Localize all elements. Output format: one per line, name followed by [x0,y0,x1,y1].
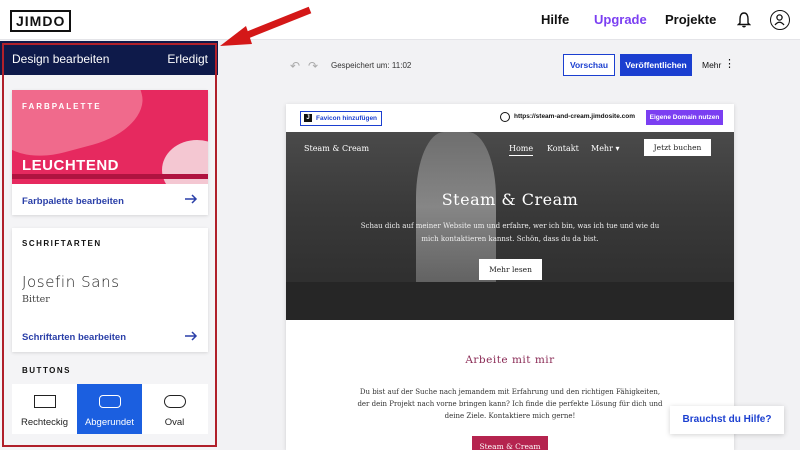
oval-shape-icon [164,395,186,408]
nav-projects[interactable]: Projekte [665,12,716,27]
add-favicon-button[interactable]: J Favicon hinzufügen [300,111,383,126]
buttons-section-label: BUTTONS [22,366,72,375]
nav-help[interactable]: Hilfe [541,12,569,27]
preview-bar: J Favicon hinzufügen https://steam-and-cr… [286,104,734,132]
undo-icon[interactable]: ↶ [290,59,300,73]
section-title: Arbeite mit mir [465,354,555,366]
saved-status: Gespeichert um: 11:02 [331,61,412,70]
site-nav-contact[interactable]: Kontakt [547,144,579,153]
palette-preview: FARBPALETTE LEUCHTEND [12,90,208,184]
redo-icon[interactable]: ↷ [308,59,318,73]
globe-icon [500,112,510,122]
book-now-button[interactable]: Jetzt buchen [644,139,711,156]
website-preview: J Favicon hinzufügen https://steam-and-cr… [286,104,734,450]
own-domain-button[interactable]: Eigene Domain nutzen [646,110,723,125]
edit-palette-link[interactable]: Farbpalette bearbeiten [22,196,124,207]
sidebar-title: Design bearbeiten [12,52,110,66]
button-style-options: Rechteckig Abgerundet Oval [12,384,208,434]
site-nav-home[interactable]: Home [509,144,534,156]
help-button[interactable]: Brauchst du Hilfe? [670,406,784,434]
done-button[interactable]: Erledigt [167,52,208,66]
more-dots-icon[interactable]: ⋮ [724,57,735,70]
hero-title: Steam & Cream [441,190,579,209]
font-secondary: Bitter [22,294,50,305]
top-bar: JIMDO Hilfe Upgrade Projekte [0,0,800,40]
button-style-oval[interactable]: Oval [142,384,207,434]
design-sidebar: Design bearbeiten Erledigt FARBPALETTE L… [0,41,218,450]
cta-button[interactable]: Steam & Cream [472,436,548,450]
user-icon[interactable] [770,10,790,30]
palette-name: LEUCHTEND [22,157,119,174]
palette-card[interactable]: FARBPALETTE LEUCHTEND Farbpalette bearbe… [12,90,208,215]
bell-icon[interactable] [737,12,751,28]
arrow-right-icon[interactable] [184,194,198,204]
nav-upgrade[interactable]: Upgrade [594,12,647,27]
button-style-rectangular[interactable]: Rechteckig [12,384,77,434]
button-style-rounded[interactable]: Abgerundet [77,384,142,434]
preview-button[interactable]: Vorschau [563,54,615,76]
edit-fonts-link[interactable]: Schriftarten bearbeiten [22,332,126,343]
jimdo-j-icon: J [304,114,312,123]
arrow-right-icon[interactable] [184,331,198,341]
jimdo-logo[interactable]: JIMDO [10,10,72,32]
palette-label: FARBPALETTE [22,102,102,111]
site-nav-more[interactable]: Mehr ▾ [591,144,619,153]
font-primary: Josefin Sans [22,273,120,291]
read-more-button[interactable]: Mehr lesen [479,259,542,280]
rounded-shape-icon [99,395,121,408]
site-name[interactable]: Steam & Cream [304,144,369,153]
hero-text: Schau dich auf meiner Website um und erf… [360,222,660,243]
fonts-section-label: SCHRIFTARTEN [22,239,102,248]
sidebar-header: Design bearbeiten Erledigt [0,41,218,75]
section-text: Du bist auf der Suche nach jemandem mit … [357,388,663,420]
hero-section: Steam & Cream Home Kontakt Mehr ▾ Jetzt … [286,132,734,320]
site-domain[interactable]: https://steam-and-cream.jimdosite.com [514,113,635,120]
rectangle-shape-icon [34,395,56,408]
annotation-arrow-icon [220,6,312,46]
publish-button[interactable]: Veröffentlichen [620,54,692,76]
more-menu-label[interactable]: Mehr [702,60,721,70]
